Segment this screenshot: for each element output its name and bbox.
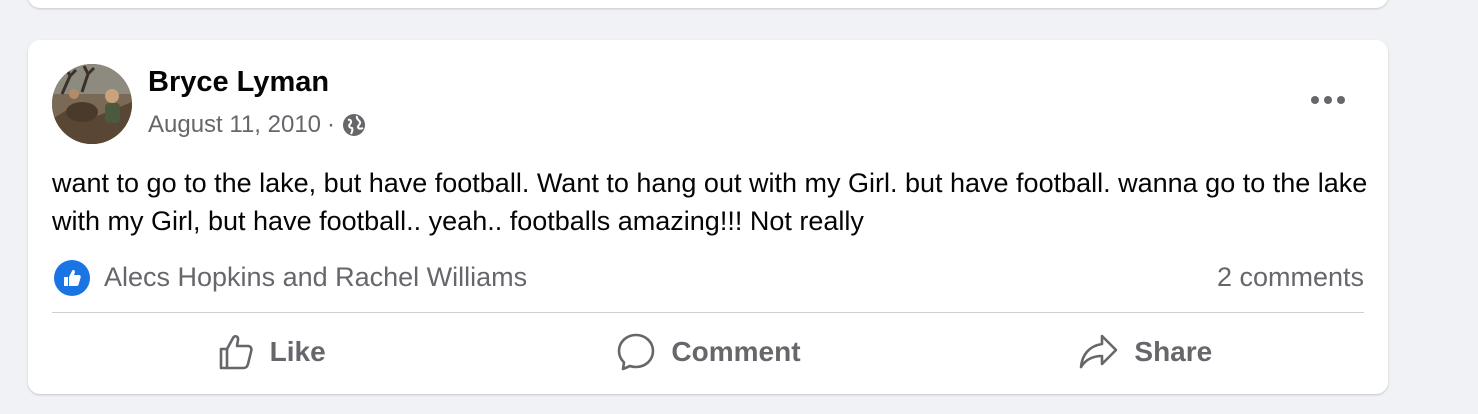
reactions-row: Alecs Hopkins and Rachel Williams 2 comm… — [52, 260, 1364, 298]
post-date[interactable]: August 11, 2010 — [148, 111, 321, 139]
meta-separator: · — [327, 111, 336, 138]
divider — [52, 312, 1364, 313]
previous-post-card — [28, 0, 1388, 8]
like-button[interactable]: Like — [52, 324, 489, 380]
post-text: want to go to the lake, but have footbal… — [52, 168, 1368, 236]
share-button[interactable]: Share — [927, 324, 1364, 380]
reactors-names[interactable]: Alecs Hopkins and Rachel Williams — [104, 262, 527, 293]
more-options-icon — [1311, 96, 1345, 104]
post-card: Bryce Lyman August 11, 2010 · want to go… — [28, 40, 1388, 394]
share-icon — [1080, 334, 1118, 369]
more-options-button[interactable] — [1304, 84, 1352, 116]
comment-icon — [618, 333, 655, 371]
comment-button[interactable]: Comment — [489, 324, 926, 380]
like-reaction-icon[interactable] — [54, 260, 90, 296]
like-label: Like — [269, 336, 326, 367]
post-meta: August 11, 2010 · — [148, 110, 367, 140]
author-name[interactable]: Bryce Lyman — [148, 66, 329, 99]
thumbs-up-icon — [219, 334, 253, 370]
share-label: Share — [1134, 336, 1213, 367]
action-bar: Like Comment Share — [52, 324, 1364, 380]
feed: Bryce Lyman August 11, 2010 · want to go… — [0, 0, 1478, 414]
comment-label: Comment — [671, 336, 801, 367]
comments-count[interactable]: 2 comments — [1217, 262, 1364, 293]
avatar[interactable] — [52, 64, 132, 144]
globe-icon[interactable] — [341, 112, 367, 138]
